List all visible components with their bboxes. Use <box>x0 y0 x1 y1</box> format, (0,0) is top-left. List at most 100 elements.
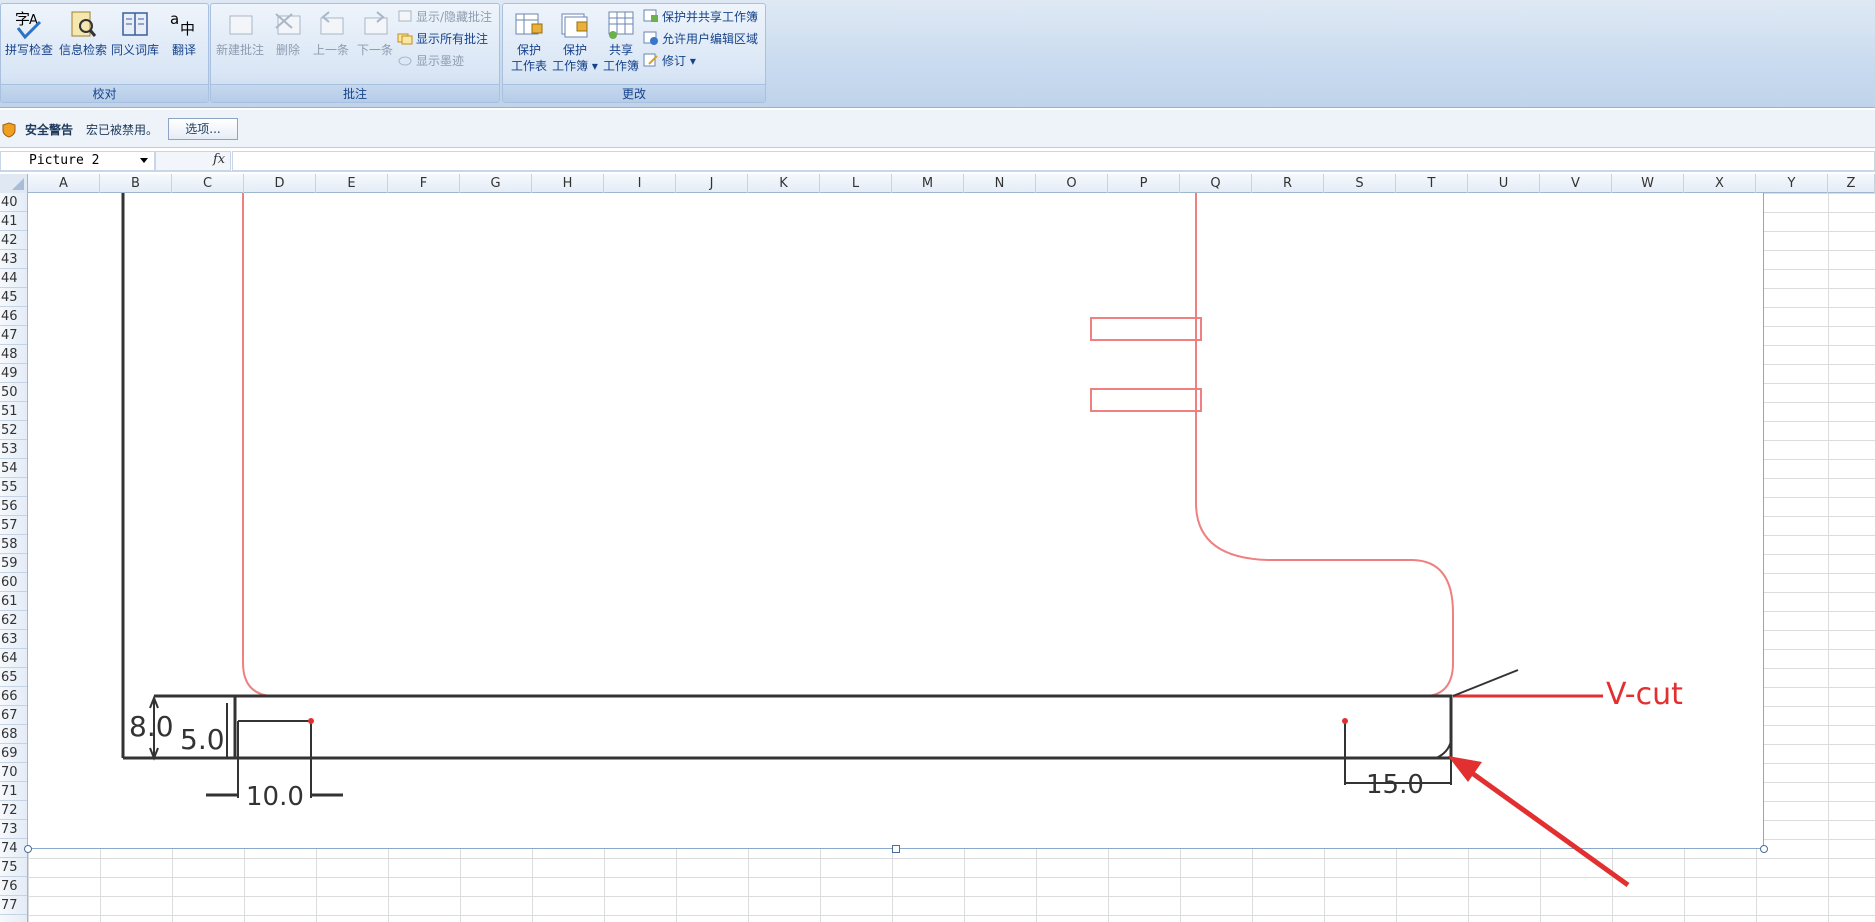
row-header-59[interactable]: 59 <box>0 554 27 573</box>
row-header-60[interactable]: 60 <box>0 573 27 592</box>
row-header-53[interactable]: 53 <box>0 440 27 459</box>
resize-handle-bottom-left[interactable] <box>24 845 32 853</box>
column-header-m[interactable]: M <box>892 174 964 193</box>
row-header-50[interactable]: 50 <box>0 383 27 402</box>
protect-share-workbook-button[interactable]: 保护并共享工作簿 <box>643 7 758 27</box>
column-header-n[interactable]: N <box>964 174 1036 193</box>
row-header-46[interactable]: 46 <box>0 307 27 326</box>
column-header-v[interactable]: V <box>1540 174 1612 193</box>
spell-check-button[interactable]: 字 A 拼写检查 <box>3 8 55 68</box>
protect-workbook-icon <box>561 13 588 38</box>
row-header-44[interactable]: 44 <box>0 269 27 288</box>
column-header-c[interactable]: C <box>172 174 244 193</box>
row-header-67[interactable]: 67 <box>0 706 27 725</box>
column-header-y[interactable]: Y <box>1756 174 1828 193</box>
row-header-56[interactable]: 56 <box>0 497 27 516</box>
proofing-group: 字 A 拼写检查 信息检索 同义词库 a 中 翻译 校对 <box>0 3 209 103</box>
row-header-43[interactable]: 43 <box>0 250 27 269</box>
row-header-47[interactable]: 47 <box>0 326 27 345</box>
row-header-64[interactable]: 64 <box>0 649 27 668</box>
formula-input[interactable] <box>232 151 1875 171</box>
column-header-w[interactable]: W <box>1612 174 1684 193</box>
row-header-51[interactable]: 51 <box>0 402 27 421</box>
row-header-61[interactable]: 61 <box>0 592 27 611</box>
row-header-77[interactable]: 77 <box>0 896 27 915</box>
share-workbook-button[interactable]: 共享 工作簿 <box>599 8 643 73</box>
row-header-49[interactable]: 49 <box>0 364 27 383</box>
row-header-68[interactable]: 68 <box>0 725 27 744</box>
column-header-x[interactable]: X <box>1684 174 1756 193</box>
row-header-62[interactable]: 62 <box>0 611 27 630</box>
column-header-p[interactable]: P <box>1108 174 1180 193</box>
row-header-52[interactable]: 52 <box>0 421 27 440</box>
allow-edit-ranges-button[interactable]: 允许用户编辑区域 <box>643 29 758 49</box>
row-header-75[interactable]: 75 <box>0 858 27 877</box>
show-hide-comment-button[interactable]: 显示/隐藏批注 <box>397 7 492 27</box>
resize-handle-bottom[interactable] <box>892 845 900 853</box>
column-header-k[interactable]: K <box>748 174 820 193</box>
track-changes-button[interactable]: 修订 ▾ <box>643 51 696 71</box>
protect-workbook-button[interactable]: 保护 工作簿 ▾ <box>551 8 599 73</box>
delete-comment-button[interactable]: 删除 <box>267 8 309 68</box>
column-header-q[interactable]: Q <box>1180 174 1252 193</box>
column-header-a[interactable]: A <box>28 174 100 193</box>
resize-handle-bottom-right[interactable] <box>1760 845 1768 853</box>
row-header-54[interactable]: 54 <box>0 459 27 478</box>
insert-function-icon[interactable]: fx <box>213 152 225 167</box>
spell-check-icon: 字 A <box>15 10 42 40</box>
row-header-57[interactable]: 57 <box>0 516 27 535</box>
row-header-45[interactable]: 45 <box>0 288 27 307</box>
embedded-picture[interactable]: 8.0 5.0 10.0 15.0 V-cut <box>24 193 1768 853</box>
thesaurus-button[interactable]: 同义词库 <box>109 8 161 68</box>
corner-chamfer <box>1435 740 1452 759</box>
row-header-66[interactable]: 66 <box>0 687 27 706</box>
row-header-41[interactable]: 41 <box>0 212 27 231</box>
translate-button[interactable]: a 中 翻译 <box>161 8 207 68</box>
research-button[interactable]: 信息检索 <box>57 8 109 68</box>
next-comment-label: 下一条 <box>356 43 393 57</box>
new-comment-button[interactable]: 新建批注 <box>213 8 267 68</box>
column-header-z[interactable]: Z <box>1828 174 1875 193</box>
name-box[interactable]: Picture 2 <box>0 151 155 171</box>
pcb-outline-right <box>1195 193 1454 697</box>
row-header-40[interactable]: 40 <box>0 193 27 212</box>
column-header-o[interactable]: O <box>1036 174 1108 193</box>
row-header-58[interactable]: 58 <box>0 535 27 554</box>
previous-comment-button[interactable]: 上一条 <box>309 8 353 68</box>
row-header-42[interactable]: 42 <box>0 231 27 250</box>
protect-sheet-button[interactable]: 保护 工作表 <box>507 8 551 73</box>
column-header-e[interactable]: E <box>316 174 388 193</box>
column-header-u[interactable]: U <box>1468 174 1540 193</box>
column-header-g[interactable]: G <box>460 174 532 193</box>
show-ink-button[interactable]: 显示墨迹 <box>397 51 464 71</box>
column-header-l[interactable]: L <box>820 174 892 193</box>
column-header-i[interactable]: I <box>604 174 676 193</box>
column-header-s[interactable]: S <box>1324 174 1396 193</box>
show-all-comments-button[interactable]: 显示所有批注 <box>397 29 488 49</box>
row-header-71[interactable]: 71 <box>0 782 27 801</box>
column-header-f[interactable]: F <box>388 174 460 193</box>
row-header-74[interactable]: 74 <box>0 839 27 858</box>
column-header-h[interactable]: H <box>532 174 604 193</box>
row-header-76[interactable]: 76 <box>0 877 27 896</box>
name-box-dropdown-icon[interactable] <box>140 158 148 163</box>
row-header-70[interactable]: 70 <box>0 763 27 782</box>
next-comment-button[interactable]: 下一条 <box>353 8 397 68</box>
row-header-63[interactable]: 63 <box>0 630 27 649</box>
select-all-corner[interactable] <box>0 174 28 193</box>
column-header-t[interactable]: T <box>1396 174 1468 193</box>
column-header-d[interactable]: D <box>244 174 316 193</box>
translate-label: 翻译 <box>171 43 196 57</box>
pcb-slot-upper <box>1090 317 1202 341</box>
row-header-72[interactable]: 72 <box>0 801 27 820</box>
column-header-b[interactable]: B <box>100 174 172 193</box>
row-header-48[interactable]: 48 <box>0 345 27 364</box>
delete-comment-label: 删除 <box>275 43 300 57</box>
row-header-55[interactable]: 55 <box>0 478 27 497</box>
row-header-73[interactable]: 73 <box>0 820 27 839</box>
column-header-r[interactable]: R <box>1252 174 1324 193</box>
options-button[interactable]: 选项... <box>168 118 238 140</box>
row-header-69[interactable]: 69 <box>0 744 27 763</box>
row-header-65[interactable]: 65 <box>0 668 27 687</box>
column-header-j[interactable]: J <box>676 174 748 193</box>
